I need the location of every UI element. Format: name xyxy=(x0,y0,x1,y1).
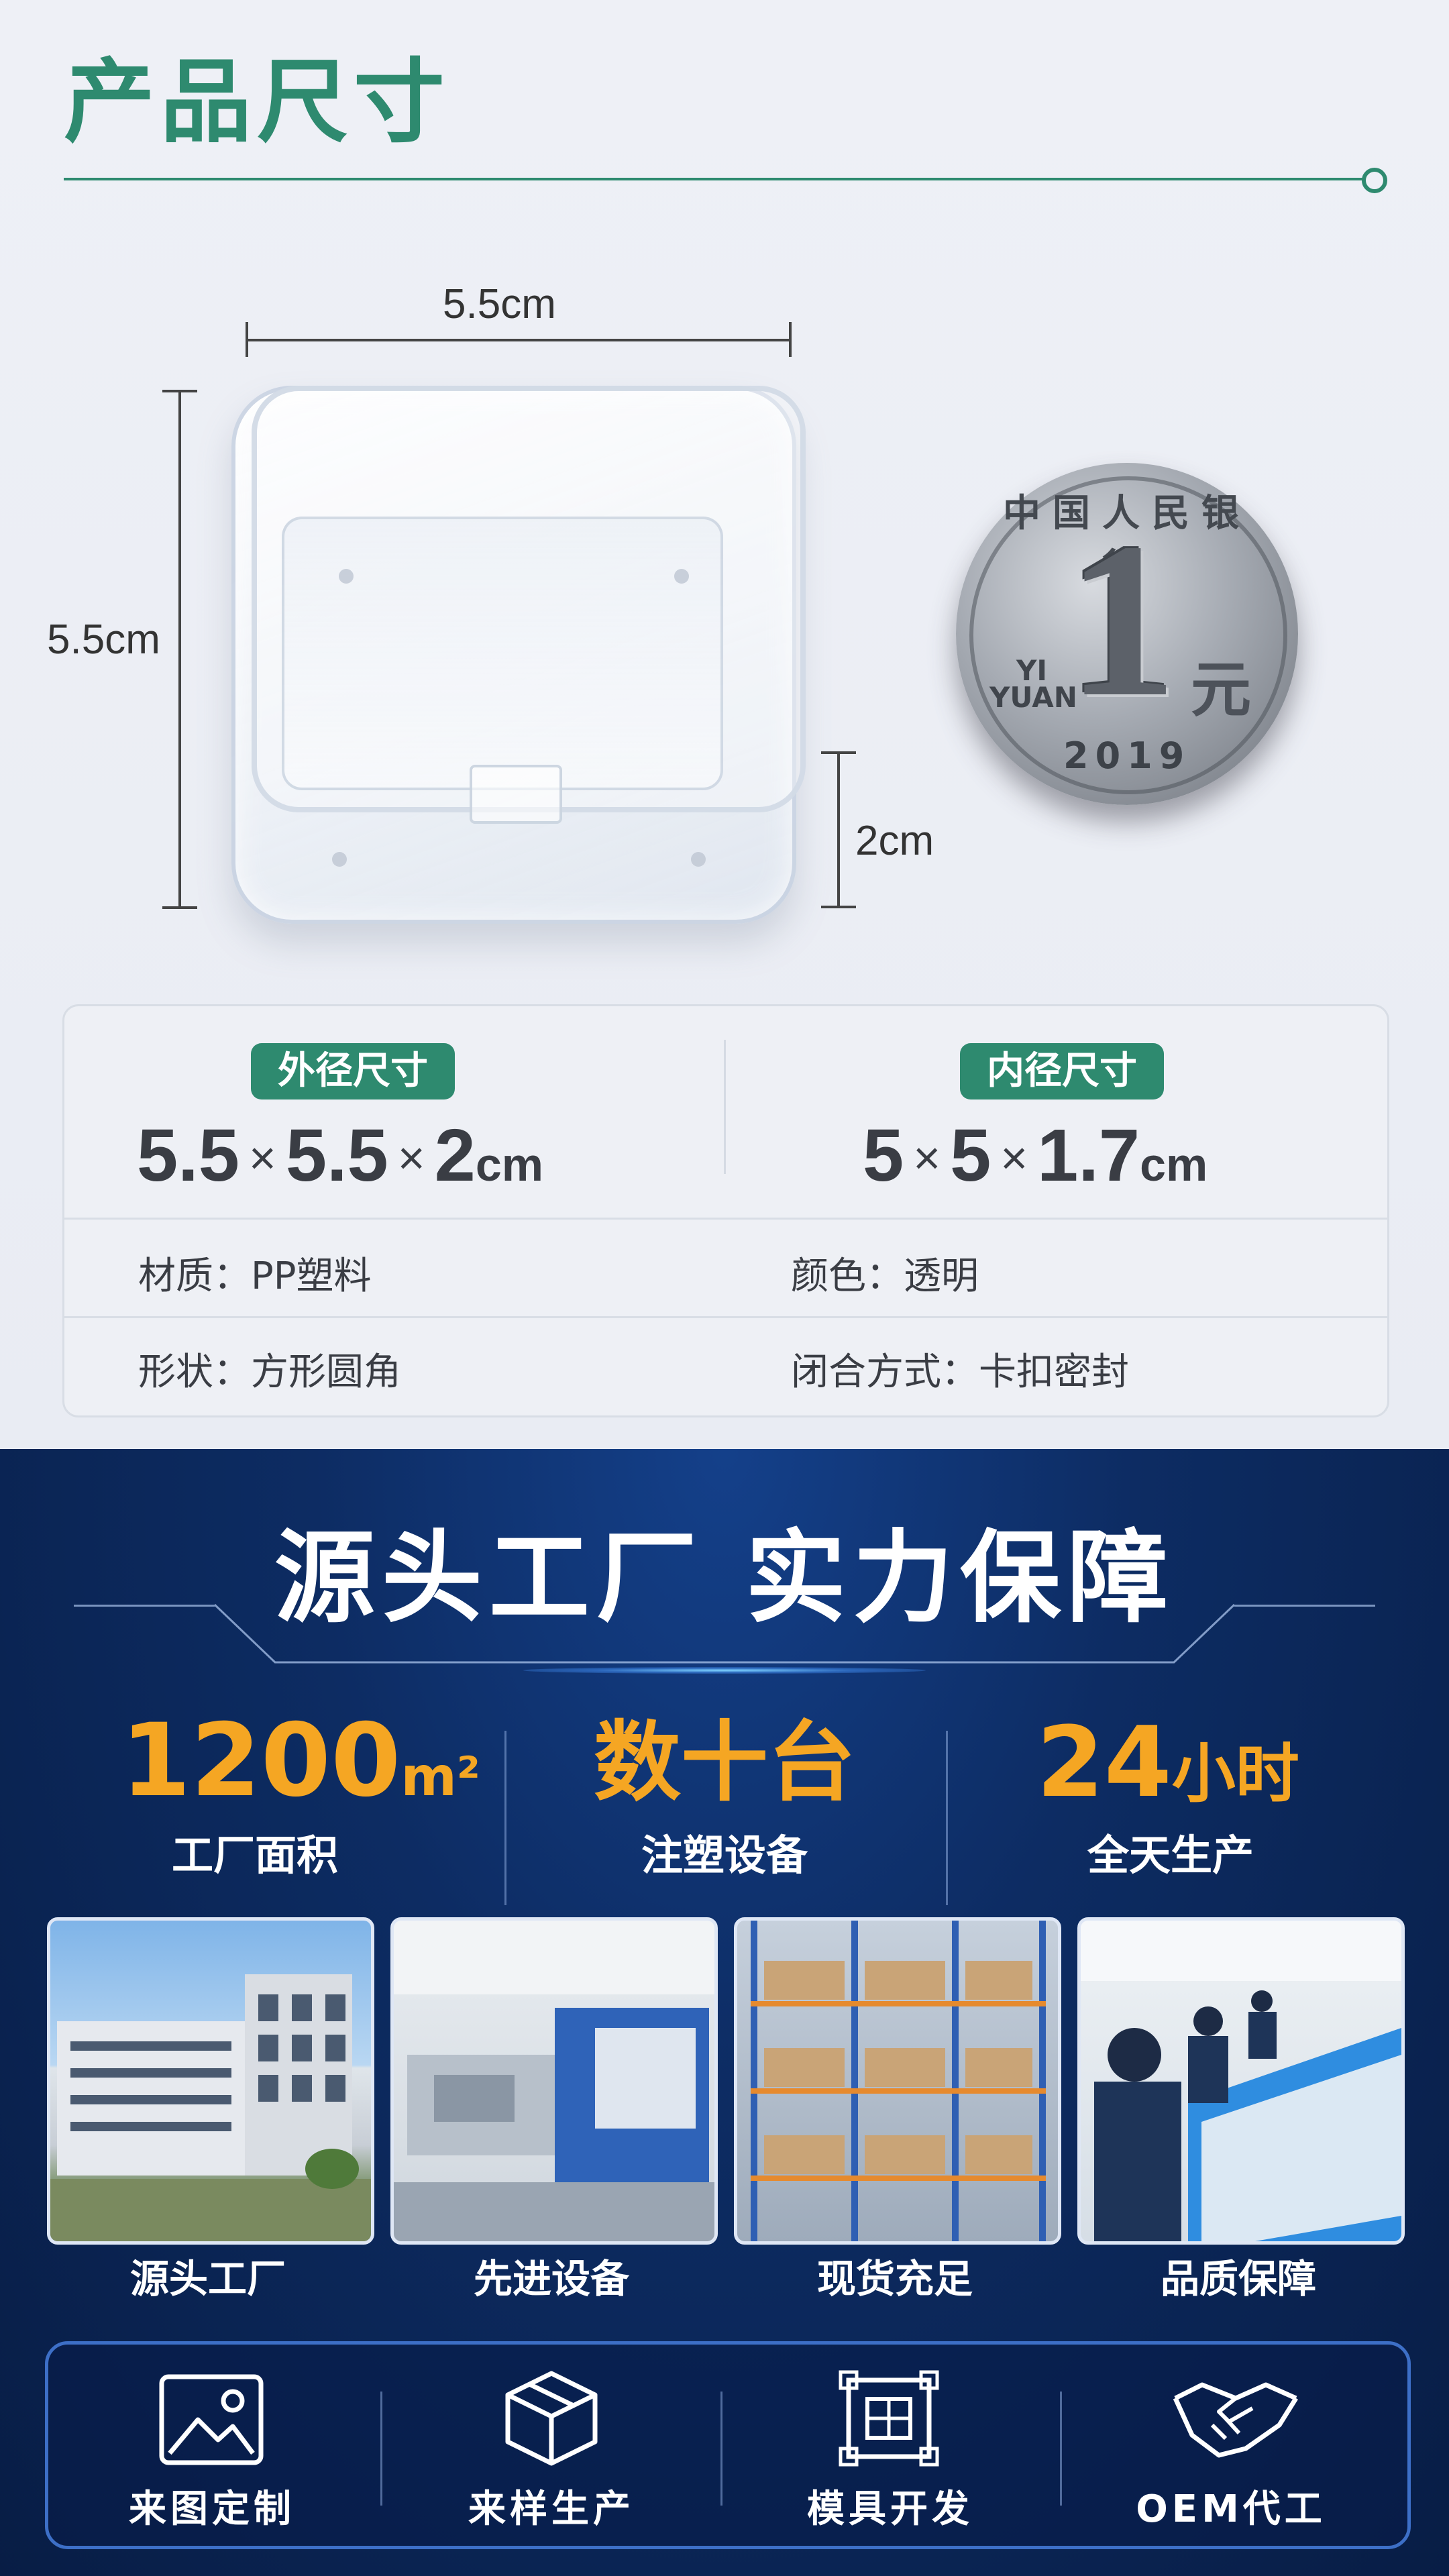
outer-size-a: 5.5 xyxy=(137,1114,239,1197)
inner-size-badge: 内径尺寸 xyxy=(960,1043,1164,1099)
stat-divider xyxy=(504,1731,506,1905)
services-bar: 来图定制 来样生产 模具开发 OEM代工 xyxy=(45,2341,1411,2549)
service-divider xyxy=(380,2392,382,2506)
depth-dimension-tick-top xyxy=(162,390,197,392)
coin-denomination: 1 xyxy=(1067,498,1177,743)
clear-box-inner-cavity xyxy=(282,517,723,790)
box-detail-dot xyxy=(332,852,347,867)
depth-dimension-line xyxy=(178,391,181,908)
image-icon xyxy=(159,2374,264,2465)
outer-size-value: 5.5 × 5.5 × 2cm xyxy=(137,1119,543,1193)
coin-year: 2019 xyxy=(1063,735,1191,777)
title-deco-line-right xyxy=(1234,1605,1375,1607)
coin-pinyin-yuan: YUAN xyxy=(989,681,1077,714)
height-dimension-tick-bottom xyxy=(821,906,856,908)
outer-size-sep: × xyxy=(248,1132,276,1184)
box-detail-dot xyxy=(339,569,354,584)
stat-divider xyxy=(946,1731,948,1905)
inner-size-sep: × xyxy=(913,1132,941,1184)
inner-size-sep: × xyxy=(1000,1132,1028,1184)
service-label-image-custom: 来图定制 xyxy=(129,2487,295,2531)
stat-factory-area-label: 工厂面积 xyxy=(171,1831,338,1880)
title-underline xyxy=(64,178,1372,180)
outer-size-sep: × xyxy=(397,1132,425,1184)
title-dot-decoration xyxy=(1362,168,1387,193)
stat-production-unit: 小时 xyxy=(1171,1737,1299,1811)
factory-section: 源头工厂 实力保障 1200m² 工厂面积 数十台 注塑设备 24小时 全天生产 xyxy=(0,1449,1449,2576)
quality-check-drawing xyxy=(1081,1921,1401,2241)
photo-label-equipment: 先进设备 xyxy=(473,2256,629,2302)
spec-row-divider xyxy=(64,1316,1387,1318)
width-dimension-label: 5.5cm xyxy=(443,281,556,327)
equipment-photo xyxy=(390,1917,718,2245)
warehouse-drawing xyxy=(751,1921,1046,2241)
stat-factory-area: 1200m² xyxy=(121,1711,480,1811)
warehouse-photo xyxy=(734,1917,1061,2245)
quality-check-photo xyxy=(1077,1917,1405,2245)
service-divider xyxy=(1060,2392,1062,2506)
mold-icon xyxy=(839,2370,939,2467)
material-attribute: 材质：PP塑料 xyxy=(138,1254,372,1298)
height-dimension-line xyxy=(837,753,840,907)
stat-production-label: 全天生产 xyxy=(1087,1831,1254,1880)
stat-factory-area-unit: m² xyxy=(400,1746,480,1808)
stat-production: 24小时 xyxy=(1036,1714,1299,1811)
outer-size-unit: cm xyxy=(475,1138,543,1191)
service-label-mold-development: 模具开发 xyxy=(807,2487,973,2531)
title-deco-frame xyxy=(215,1603,1234,1664)
width-dimension-tick-right xyxy=(789,322,792,357)
width-dimension-line xyxy=(247,339,792,341)
width-dimension-tick-left xyxy=(246,322,248,357)
spec-card: 外径尺寸 5.5 × 5.5 × 2cm 内径尺寸 5 × 5 × 1.7cm 材质：PP塑料 … xyxy=(62,1004,1389,1417)
package-icon xyxy=(505,2371,598,2466)
height-dimension-label: 2cm xyxy=(855,818,934,864)
coin-unit: 元 xyxy=(1191,655,1251,725)
photo-label-factory: 源头工厂 xyxy=(129,2256,286,2302)
outer-size-c: 2 xyxy=(434,1114,476,1197)
spec-column-divider xyxy=(724,1040,726,1174)
factory-building-drawing xyxy=(50,1974,371,2241)
inner-size-value: 5 × 5 × 1.7cm xyxy=(863,1119,1208,1193)
color-attribute: 颜色：透明 xyxy=(791,1254,979,1298)
inner-size-b: 5 xyxy=(950,1114,991,1197)
product-detail-page: 产品尺寸 5.5cm 5.5cm 2cm 中国人民银行 1 元 YI YUAN … xyxy=(0,0,1449,2576)
title-glow xyxy=(523,1667,926,1674)
shape-attribute: 形状：方形圆角 xyxy=(138,1350,401,1394)
stat-production-value: 24 xyxy=(1036,1706,1172,1819)
clear-box-snap-clip xyxy=(470,765,562,824)
outer-size-b: 5.5 xyxy=(285,1114,388,1197)
closure-attribute: 闭合方式：卡扣密封 xyxy=(791,1350,1129,1394)
product-size-section: 产品尺寸 5.5cm 5.5cm 2cm 中国人民银行 1 元 YI YUAN … xyxy=(0,0,1449,1449)
stat-equipment: 数十台 xyxy=(593,1711,855,1813)
box-detail-dot xyxy=(691,852,706,867)
inner-size-c: 1.7 xyxy=(1037,1114,1140,1197)
service-label-sample-production: 来样生产 xyxy=(468,2487,635,2531)
inner-size-a: 5 xyxy=(863,1114,904,1197)
inner-size-unit: cm xyxy=(1140,1138,1208,1191)
title-deco-line-left xyxy=(74,1605,215,1607)
equipment-drawing xyxy=(394,1921,714,2241)
section-title: 产品尺寸 xyxy=(64,50,450,156)
photo-label-warehouse: 现货充足 xyxy=(816,2256,973,2302)
height-dimension-tick-top xyxy=(821,751,856,754)
service-label-oem: OEM代工 xyxy=(1136,2487,1326,2531)
handshake-icon xyxy=(1173,2382,1298,2458)
stat-equipment-label: 注塑设备 xyxy=(641,1831,808,1880)
depth-dimension-label: 5.5cm xyxy=(47,616,160,663)
depth-dimension-tick-bottom xyxy=(162,906,197,909)
outer-size-badge: 外径尺寸 xyxy=(251,1043,455,1099)
factory-building-photo xyxy=(47,1917,374,2245)
photo-label-quality: 品质保障 xyxy=(1160,2256,1316,2302)
spec-row-divider xyxy=(64,1218,1387,1220)
stat-factory-area-value: 1200 xyxy=(121,1703,401,1819)
box-detail-dot xyxy=(674,569,689,584)
